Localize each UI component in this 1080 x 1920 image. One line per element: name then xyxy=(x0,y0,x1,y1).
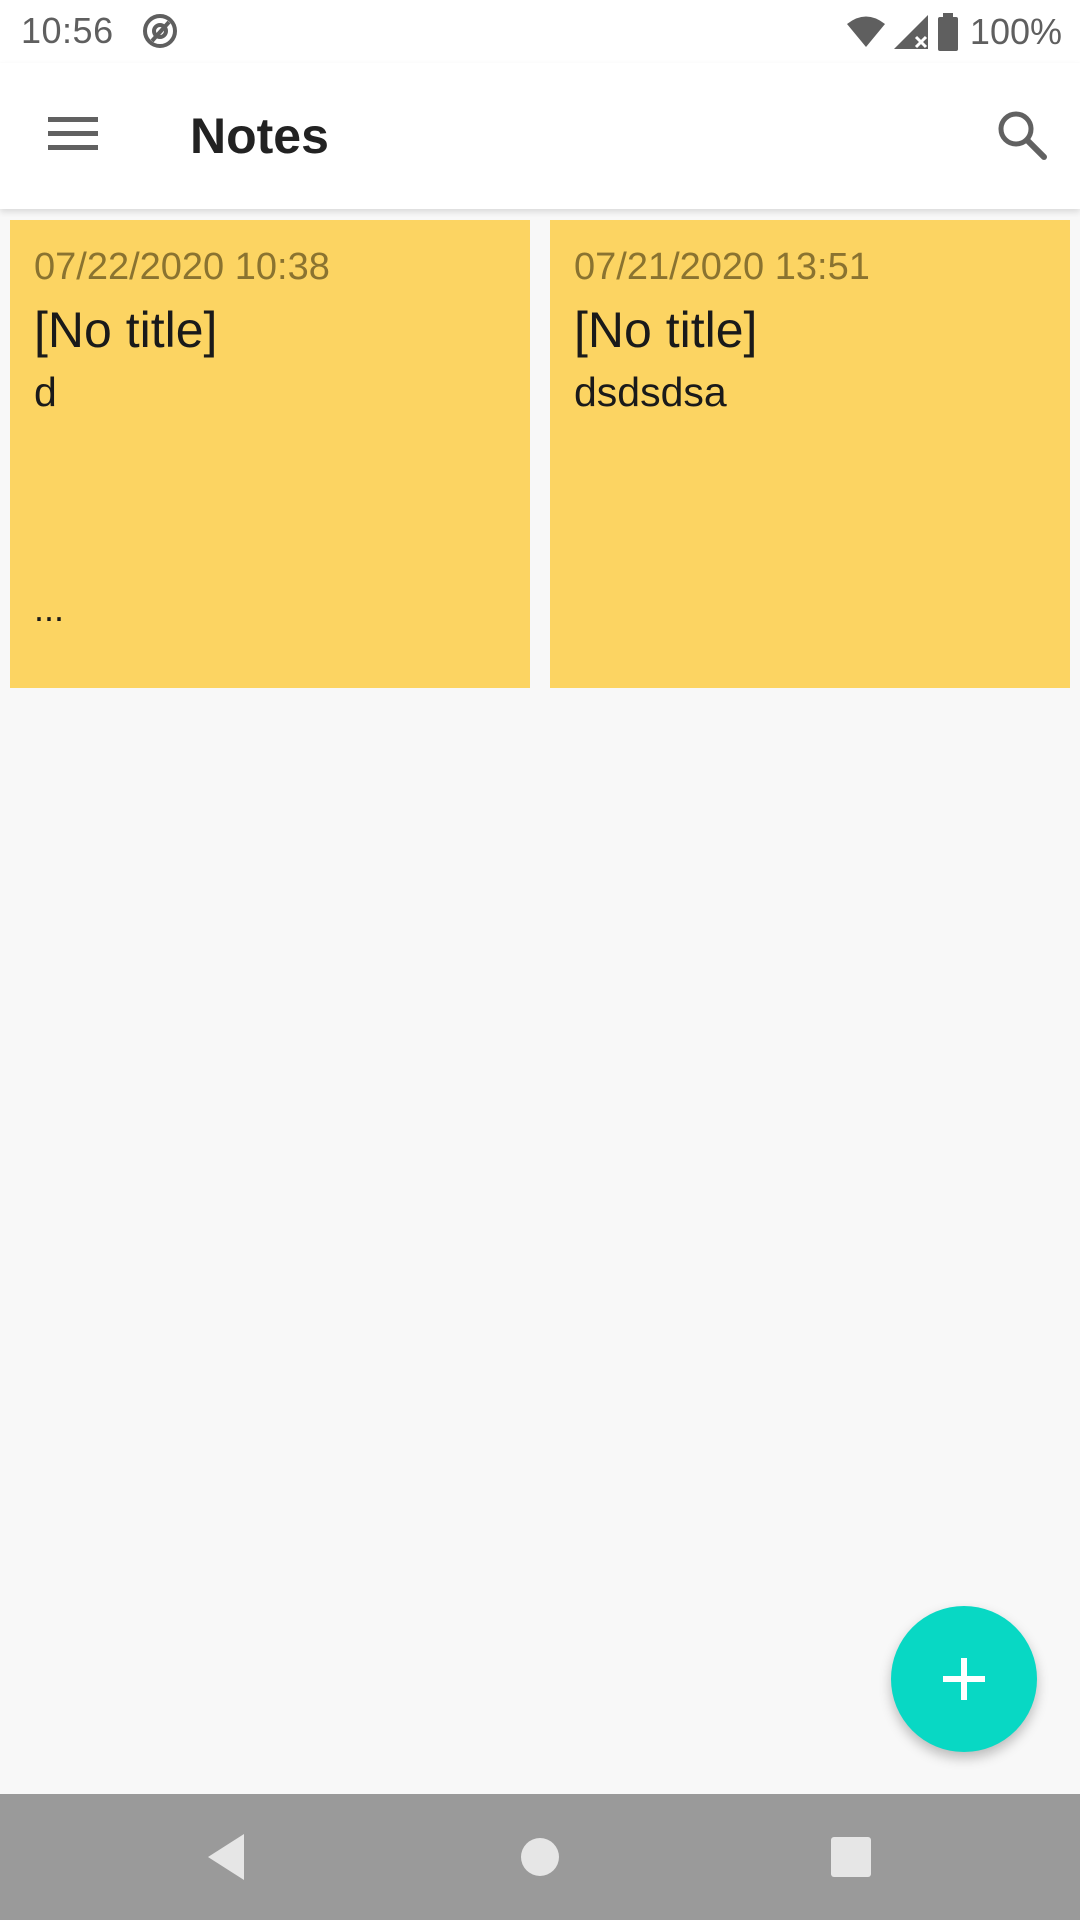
app-bar: Notes xyxy=(0,63,1080,209)
note-date: 07/21/2020 13:51 xyxy=(574,246,870,288)
note-date: 07/22/2020 10:38 xyxy=(34,246,330,288)
recents-icon xyxy=(831,1837,871,1877)
note-body: d xyxy=(34,368,57,415)
plus-icon xyxy=(943,1658,985,1700)
page-title: Notes xyxy=(190,108,329,164)
battery-percent: 100% xyxy=(969,11,1062,52)
note-card[interactable]: 07/21/2020 13:51 [No title] dsdsdsa xyxy=(550,220,1070,688)
note-more-indicator: ... xyxy=(34,588,65,629)
status-time: 10:56 xyxy=(21,10,114,51)
back-icon xyxy=(208,1834,244,1880)
status-icons: 100% xyxy=(846,10,1062,54)
wifi-icon xyxy=(846,16,885,47)
note-card[interactable]: 07/22/2020 10:38 [No title] d ... xyxy=(10,220,530,688)
search-icon xyxy=(998,111,1047,160)
recents-button[interactable] xyxy=(818,1824,884,1890)
home-icon xyxy=(521,1838,559,1876)
back-button[interactable] xyxy=(196,1824,262,1890)
menu-button[interactable] xyxy=(36,103,106,163)
battery-icon xyxy=(937,13,958,51)
note-title: [No title] xyxy=(34,302,218,358)
status-bar: 10:56 100% xyxy=(0,0,1080,63)
menu-icon xyxy=(48,117,98,150)
home-button[interactable] xyxy=(507,1824,573,1890)
at-sign-icon xyxy=(143,14,177,48)
add-note-button[interactable] xyxy=(891,1606,1037,1752)
note-title: [No title] xyxy=(574,302,758,358)
navigation-bar xyxy=(0,1794,1080,1920)
note-body: dsdsdsa xyxy=(574,368,727,415)
cell-signal-icon xyxy=(893,15,928,49)
search-button[interactable] xyxy=(990,103,1054,167)
